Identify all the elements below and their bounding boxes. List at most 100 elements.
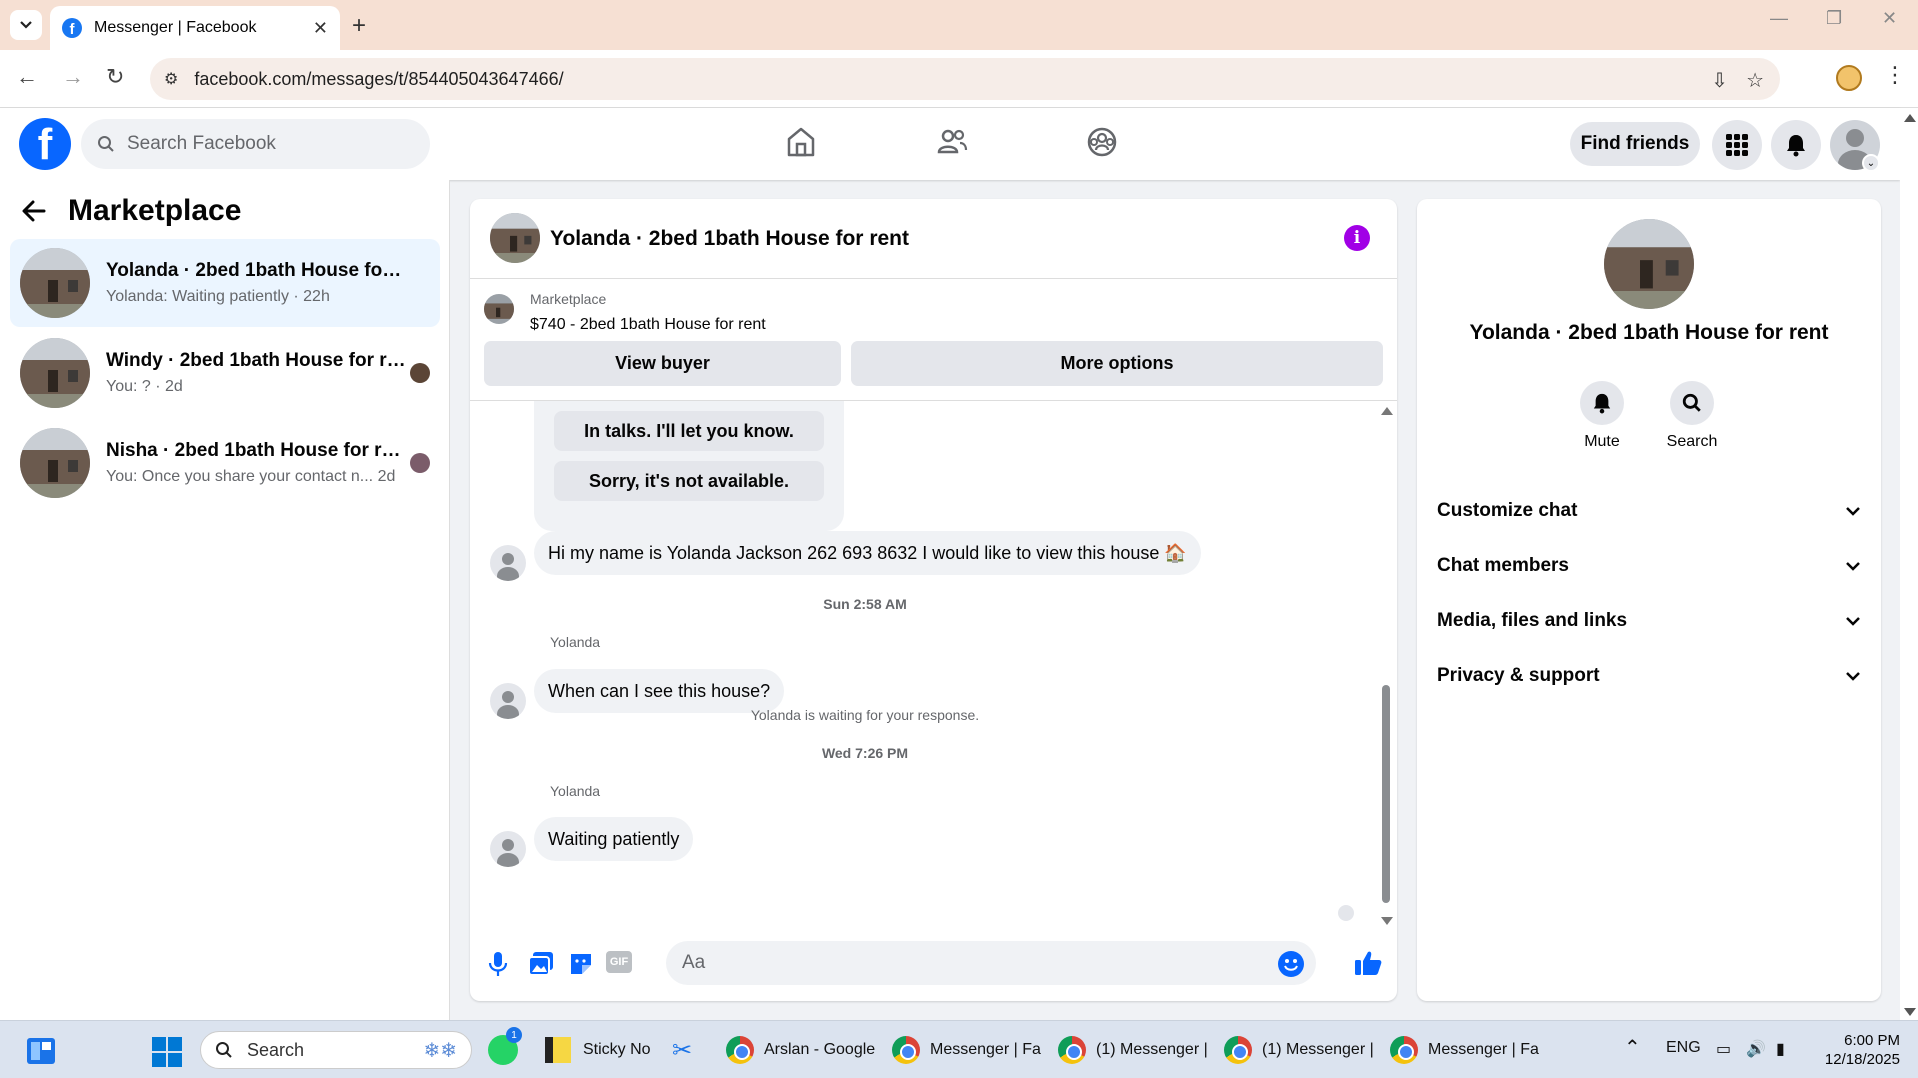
browser-tab-messenger[interactable]: f Messenger | Facebook ✕: [50, 6, 340, 50]
taskbar-search-input[interactable]: Search ❄❄: [200, 1031, 472, 1069]
message-bubble[interactable]: Hi my name is Yolanda Jackson 262 693 86…: [534, 531, 1201, 575]
battery-icon[interactable]: ▮: [1776, 1039, 1785, 1059]
chat-header: Yolanda · 2bed 1bath House for rent i: [470, 199, 1397, 279]
chrome-taskbar-item[interactable]: Messenger | Fa: [1390, 1035, 1539, 1065]
close-window-button[interactable]: ✕: [1882, 8, 1897, 29]
mute-label: Mute: [1584, 433, 1620, 450]
message-scrollbar[interactable]: [1378, 401, 1394, 931]
conversation-item-yolanda[interactable]: Yolanda · 2bed 1bath House for rent Yola…: [10, 239, 440, 327]
bookmark-star-icon[interactable]: ☆: [1746, 68, 1764, 93]
chrome-taskbar-item[interactable]: Arslan - Google: [726, 1035, 875, 1065]
menu-grid-button[interactable]: [1712, 120, 1762, 170]
conversation-name: Yolanda · 2bed 1bath House for rent: [106, 260, 406, 281]
back-icon[interactable]: ←: [16, 64, 38, 90]
details-listing-thumbnail[interactable]: [1604, 219, 1694, 309]
minimize-button[interactable]: —: [1770, 8, 1788, 29]
chrome-taskbar-item[interactable]: (1) Messenger |: [1224, 1035, 1374, 1065]
back-arrow-icon[interactable]: [22, 200, 46, 222]
marketplace-thumbnail: [484, 294, 514, 324]
widgets-icon[interactable]: [26, 1037, 56, 1065]
mute-button[interactable]: Mute: [1557, 381, 1647, 451]
microphone-icon[interactable]: [488, 951, 508, 977]
chrome-taskbar-item[interactable]: (1) Messenger |: [1058, 1035, 1208, 1065]
chrome-taskbar-item[interactable]: Messenger | Fa: [892, 1035, 1041, 1065]
whatsapp-taskbar-item[interactable]: 1: [488, 1027, 522, 1065]
media-files-links-section[interactable]: Media, files and links: [1437, 599, 1861, 643]
marketplace-label: Marketplace: [530, 291, 607, 307]
snowflake-icon: ❄❄: [423, 1039, 457, 1062]
tab-search-dropdown[interactable]: [10, 10, 42, 40]
view-buyer-button[interactable]: View buyer: [484, 341, 841, 386]
bell-icon: [1593, 393, 1611, 414]
show-hidden-icons-chevron-icon[interactable]: ⌃: [1624, 1035, 1641, 1060]
gif-icon[interactable]: GIF: [606, 951, 632, 973]
sender-name: Yolanda: [550, 783, 601, 799]
read-receipt-avatar: [410, 363, 430, 383]
quick-reply-button[interactable]: Sorry, it's not available.: [554, 461, 824, 501]
more-options-button[interactable]: More options: [851, 341, 1383, 386]
browser-menu-icon[interactable]: ⋮: [1884, 62, 1906, 88]
emoji-icon[interactable]: [1278, 951, 1304, 977]
info-icon[interactable]: i: [1344, 225, 1370, 251]
new-tab-button[interactable]: +: [352, 12, 366, 40]
sender-avatar[interactable]: [490, 545, 526, 581]
sticky-notes-taskbar-item[interactable]: Sticky No: [545, 1035, 651, 1065]
conversation-item-nisha[interactable]: Nisha · 2bed 1bath House for rent You: O…: [10, 419, 440, 507]
taskbar-item-label: (1) Messenger |: [1262, 1041, 1374, 1058]
home-icon[interactable]: [786, 126, 816, 158]
quick-reply-button[interactable]: In talks. I'll let you know.: [554, 411, 824, 451]
facebook-logo-icon[interactable]: f: [19, 118, 71, 170]
facebook-search-input[interactable]: Search Facebook: [81, 119, 430, 169]
friends-icon[interactable]: [936, 126, 968, 158]
network-icon[interactable]: ▭: [1716, 1039, 1731, 1059]
read-receipt-avatar: [410, 453, 430, 473]
notifications-button[interactable]: [1771, 120, 1821, 170]
groups-icon[interactable]: [1086, 126, 1118, 158]
page-scrollbar[interactable]: [1900, 108, 1918, 1020]
snipping-tool-taskbar-item[interactable]: ✂: [672, 1035, 692, 1065]
details-title: Yolanda · 2bed 1bath House for rent: [1469, 321, 1829, 344]
system-clock[interactable]: 6:00 PM 12/18/2025: [1810, 1031, 1900, 1069]
forward-icon[interactable]: →: [62, 64, 84, 90]
reload-icon[interactable]: ↻: [106, 64, 124, 90]
customize-chat-section[interactable]: Customize chat: [1437, 489, 1861, 533]
marketplace-header: Marketplace: [22, 194, 241, 228]
install-app-icon[interactable]: ⇩: [1711, 68, 1728, 93]
browser-profile-icon[interactable]: [1836, 65, 1862, 91]
volume-icon[interactable]: 🔊: [1746, 1039, 1766, 1059]
windows-start-icon[interactable]: [152, 1037, 182, 1067]
chat-members-section[interactable]: Chat members: [1437, 544, 1861, 588]
search-icon: [216, 1042, 232, 1058]
waiting-notice: Yolanda is waiting for your response.: [750, 707, 980, 723]
message-thread[interactable]: In talks. I'll let you know. Sorry, it's…: [470, 401, 1397, 931]
sender-avatar[interactable]: [490, 831, 526, 867]
restore-button[interactable]: ❐: [1826, 8, 1842, 29]
taskbar-search-label: Search: [247, 1039, 305, 1060]
photo-icon[interactable]: [528, 951, 554, 977]
scissors-icon: ✂: [672, 1036, 693, 1064]
chat-panel: Yolanda · 2bed 1bath House for rent i Ma…: [470, 199, 1397, 1001]
url-input[interactable]: ⚙ facebook.com/messages/t/85440504364746…: [150, 58, 1780, 100]
privacy-support-section[interactable]: Privacy & support: [1437, 654, 1861, 698]
tab-title: Messenger | Facebook: [94, 19, 257, 36]
thumbs-up-icon[interactable]: [1354, 949, 1382, 977]
account-chevron-icon[interactable]: ⌄: [1862, 154, 1880, 172]
chat-listing-thumbnail[interactable]: [490, 213, 540, 263]
conversation-snippet: You: ? · 2d: [106, 378, 183, 395]
message-bubble[interactable]: Waiting patiently: [534, 817, 694, 861]
conversation-item-windy[interactable]: Windy · 2bed 1bath House for re... You: …: [10, 329, 440, 417]
language-indicator[interactable]: ENG: [1666, 1039, 1701, 1057]
section-label: Customize chat: [1437, 500, 1578, 521]
listing-price-title[interactable]: $740 - 2bed 1bath House for rent: [530, 316, 766, 334]
chevron-down-icon: [1846, 507, 1860, 516]
close-tab-icon[interactable]: ✕: [313, 18, 328, 39]
find-friends-button[interactable]: Find friends: [1570, 122, 1700, 166]
message-input[interactable]: Aa: [666, 941, 1316, 985]
bell-icon: [1787, 135, 1805, 157]
chat-title[interactable]: Yolanda · 2bed 1bath House for rent: [550, 227, 909, 251]
quick-reply-card: In talks. I'll let you know. Sorry, it's…: [534, 401, 844, 531]
search-conversation-button[interactable]: Search: [1647, 381, 1737, 451]
sticker-icon[interactable]: [568, 951, 594, 977]
site-settings-icon[interactable]: ⚙: [164, 69, 178, 89]
grid-icon: [1726, 134, 1748, 156]
